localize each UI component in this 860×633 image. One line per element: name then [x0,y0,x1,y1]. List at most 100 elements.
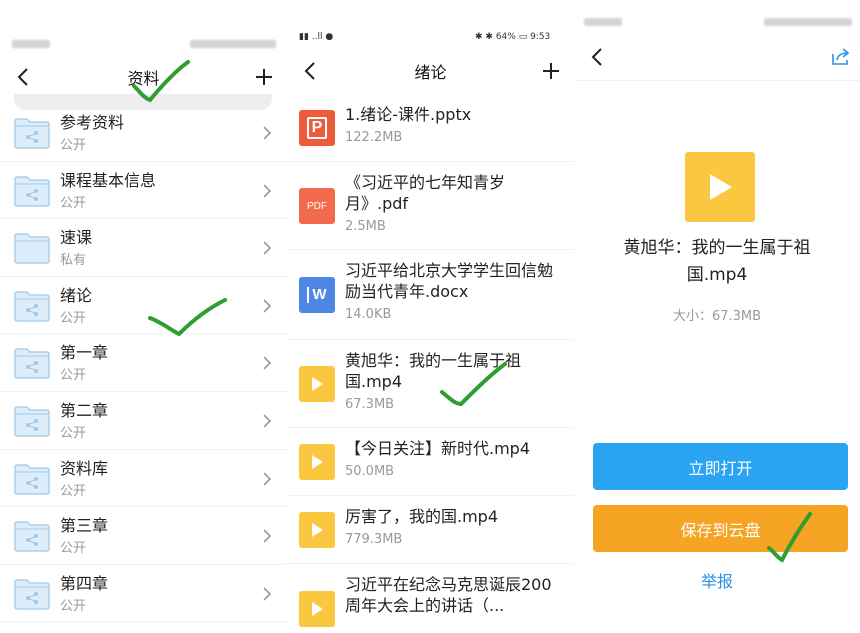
chevron-right-icon [263,299,272,313]
pdf-file-icon: PDF [299,188,335,224]
add-button[interactable] [536,46,566,96]
word-icon-label: W [307,287,327,303]
file-size: 122.2MB [345,130,403,145]
file-name: 习近平给北京大学学生回信勉励当代青年.docx [345,261,554,301]
folder-row[interactable]: 第三章 公开 [0,507,287,565]
nav-bar [574,32,860,82]
ppt-file-icon: P [299,110,335,146]
file-row[interactable]: W 习近平给北京大学学生回信勉励当代青年.docx 14.0KB [287,250,574,340]
chevron-right-icon [263,356,272,370]
video-file-icon [299,591,335,627]
share-button[interactable] [826,32,856,82]
folder-icon [14,175,50,207]
file-row[interactable]: PDF 《习近平的七年知青岁月》.pdf 2.5MB [287,162,574,250]
file-name: 习近平在纪念马克思诞辰200周年大会上的讲话（... [345,575,552,615]
ppt-icon-label: P [306,117,328,139]
plus-icon [543,63,559,79]
file-row[interactable]: 习近平在纪念马克思诞辰200周年大会上的讲话（... [287,564,574,633]
folder-visibility: 公开 [60,598,87,614]
chevron-right-icon [263,471,272,486]
folder-name: 课程基本信息 [60,170,157,190]
status-bar [0,0,287,48]
file-name: 黄旭华：我的一生属于祖国.mp4 [345,351,522,391]
folder-name: 第二章 [60,400,109,420]
share-icon [832,48,850,65]
page-title: 资料 [127,69,160,88]
folder-icon [14,348,50,380]
folder-icon [14,406,50,437]
folder-visibility: 公开 [60,541,87,557]
file-size: 大小：67.3MB [672,309,762,324]
chevron-right-icon [263,126,272,140]
play-icon [710,174,732,200]
folder-row[interactable]: 参考资料 公开 [0,104,287,162]
chevron-right-icon [263,587,272,601]
folder-icon [14,463,50,495]
open-now-button[interactable]: 立即打开 [593,443,848,490]
back-button[interactable] [295,46,325,96]
file-list: P 1.绪论-课件.pptx 122.2MB PDF 《习近平的七年知青岁月》.pdf 2… [287,94,574,633]
file-size: 2.5MB [345,219,386,234]
save-to-cloud-button[interactable]: 保存到云盘 [593,505,848,552]
course-materials-panel: 资料 参考资料 公开 课程基本信息 公开 速课 私有 绪论 公开 第一章 公开 第二章 公开 资料库 公开… [0,0,287,633]
report-link[interactable]: 举报 [574,568,860,592]
play-icon [312,455,323,469]
folder-row[interactable]: 绪论 公开 [0,277,287,335]
folder-list: 参考资料 公开 课程基本信息 公开 速课 私有 绪论 公开 第一章 公开 第二章 公开 资料库 公开 第三章… [0,104,287,623]
file-row[interactable]: P 1.绪论-课件.pptx 122.2MB [287,94,574,162]
video-file-icon [685,152,755,222]
file-size: 50.0MB [345,464,395,479]
folder-visibility: 公开 [60,195,87,211]
video-file-icon [299,512,335,548]
file-name: 厉害了，我的国.mp4 [345,507,499,526]
folder-visibility: 私有 [60,253,87,269]
folder-row[interactable]: 第二章 公开 [0,392,287,450]
video-file-icon [299,444,335,480]
folder-icon [14,291,50,322]
folder-visibility: 公开 [60,483,87,499]
page-title: 绪论 [414,63,447,82]
play-icon [312,523,323,537]
file-row[interactable]: 厉害了，我的国.mp4 779.3MB [287,496,574,564]
file-name: 1.绪论-课件.pptx [345,105,472,124]
folder-icon [14,521,50,552]
back-arrow-icon [304,62,315,80]
folder-row[interactable]: 课程基本信息 公开 [0,162,287,220]
file-size: 67.3MB [345,397,395,412]
folder-row[interactable]: 资料库 公开 [0,450,287,508]
file-name: 【今日关注】新时代.mp4 [345,439,531,458]
chevron-right-icon [263,184,272,198]
folder-name: 第一章 [60,343,109,363]
divider [574,80,860,81]
file-size: 14.0KB [345,307,392,322]
folder-visibility: 公开 [60,368,87,384]
folder-icon [14,118,50,149]
file-detail-panel: 黄旭华：我的一生属于祖国.mp4 大小：67.3MB 立即打开 保存到云盘 举报 [574,0,860,633]
battery-level: 64% [495,32,516,42]
folder-name: 资料库 [60,458,109,478]
pdf-icon-label: PDF [307,200,327,212]
folder-name: 参考资料 [60,113,125,132]
folder-row[interactable]: 速课 私有 [0,219,287,277]
folder-row[interactable]: 第四章 公开 [0,565,287,623]
back-arrow-icon [17,68,28,86]
file-row[interactable]: 【今日关注】新时代.mp4 50.0MB [287,428,574,496]
folder-visibility: 公开 [60,310,87,326]
play-icon [312,602,323,616]
file-name: 《习近平的七年知青岁月》.pdf [345,173,506,213]
folder-visibility: 公开 [60,138,87,153]
chevron-right-icon [263,241,272,255]
status-bar: ▮▮ ..ll ● ✱ ✱ 64% ▭ 9:53 [299,32,551,42]
plus-icon [256,69,272,85]
folder-row[interactable]: 第一章 公开 [0,334,287,392]
play-icon [312,377,323,391]
folder-visibility: 公开 [60,425,87,441]
folder-name: 第三章 [60,516,109,536]
folder-contents-panel: ▮▮ ..ll ● ✱ ✱ 64% ▭ 9:53 绪论 P 1.绪论-课件.ppt… [287,0,574,633]
chevron-right-icon [263,414,272,428]
word-file-icon: W [299,277,335,313]
folder-name: 速课 [60,228,93,248]
file-row[interactable]: 黄旭华：我的一生属于祖国.mp4 67.3MB [287,340,574,428]
back-button[interactable] [582,32,612,82]
clock: 9:53 [530,32,551,42]
